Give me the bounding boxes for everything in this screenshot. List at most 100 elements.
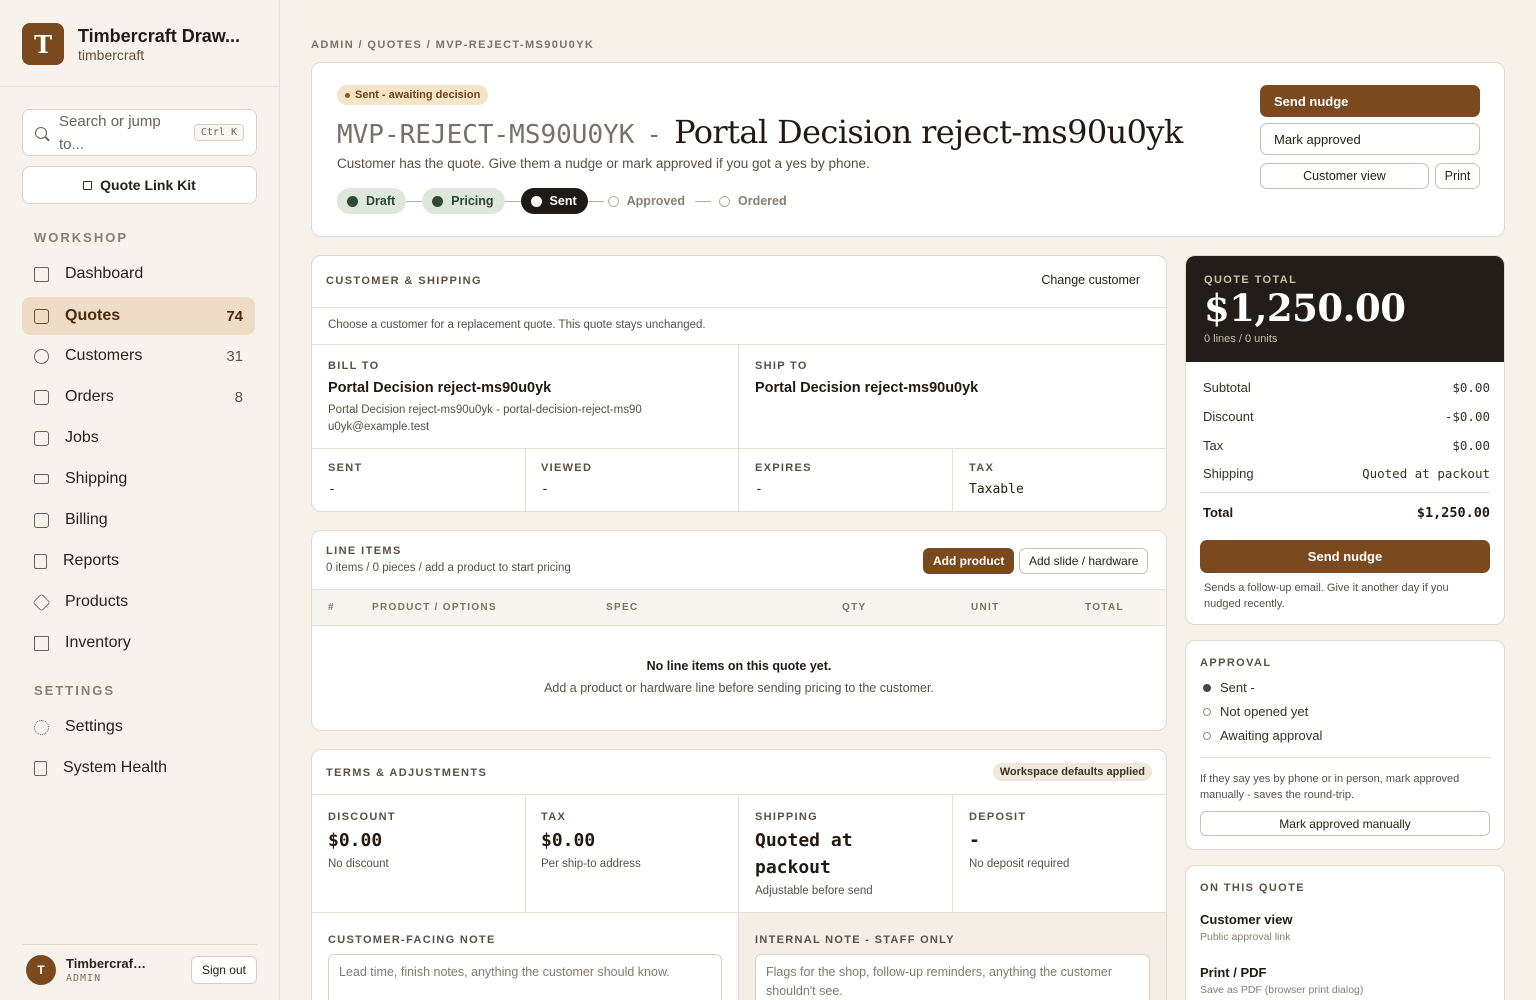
- customer-shipping-card: CUSTOMER & SHIPPING Change customer Choo…: [311, 255, 1167, 512]
- step-label: Ordered: [737, 194, 787, 208]
- sidebar-item-system-health[interactable]: System Health: [22, 749, 255, 787]
- sidebar-item-shipping[interactable]: Shipping: [22, 460, 255, 498]
- sidebar-item-label: Billing: [65, 511, 108, 528]
- internal-note-field[interactable]: Flags for the shop, follow-up reminders,…: [755, 954, 1150, 1000]
- quote-total-meta: 0 lines / 0 units: [1204, 333, 1278, 345]
- step-complete-icon: [1203, 683, 1211, 692]
- deposit-value: -: [969, 830, 980, 851]
- approval-hint: If they say yes by phone or in person, m…: [1200, 773, 1460, 801]
- row-label: Tax: [1203, 438, 1224, 453]
- quote-total-amount: $1,250.00: [1204, 286, 1406, 330]
- sidebar-item-orders[interactable]: Orders 8: [22, 378, 255, 416]
- quote-link-kit-button[interactable]: Quote Link Kit: [22, 166, 257, 204]
- print-button[interactable]: Print: [1435, 163, 1480, 189]
- line-items-summary: 0 items / 0 pieces / add a product to st…: [326, 562, 571, 574]
- expires-label: EXPIRES: [755, 462, 812, 474]
- step-pending-icon: [718, 195, 730, 207]
- step-complete-icon: [347, 195, 358, 207]
- section-title: LINE ITEMS: [326, 545, 402, 557]
- sidebar-item-customers[interactable]: Customers 31: [22, 337, 255, 375]
- column-header: PRODUCT / OPTIONS: [372, 602, 497, 613]
- deposit-label: DEPOSIT: [969, 811, 1027, 823]
- sidebar-item-label: Products: [65, 593, 129, 610]
- shipping-cell: SHIPPING Quoted at packout Adjustable be…: [755, 811, 915, 897]
- calendar-icon: [34, 430, 49, 446]
- row-value: -$0.00: [1444, 409, 1490, 424]
- approval-card: APPROVAL Sent - Not opened yet Awaiting …: [1185, 640, 1505, 850]
- expires-value: -: [755, 482, 763, 497]
- step-pricing: Pricing: [422, 188, 505, 214]
- header-subtitle: Customer has the quote. Give them a nudg…: [337, 156, 870, 171]
- grid-icon: [34, 635, 49, 651]
- tax-value: Taxable: [969, 482, 1024, 497]
- sign-out-button[interactable]: Sign out: [190, 956, 257, 984]
- step-label: Sent: [549, 194, 577, 208]
- breadcrumb: ADMIN / QUOTES / MVP-REJECT-MS90U0YK: [311, 39, 595, 51]
- viewed-label: VIEWED: [541, 462, 593, 474]
- customer-view-link[interactable]: Customer view Public approval link: [1200, 912, 1292, 943]
- brand[interactable]: T Timbercraft Draw... timbercraft: [0, 0, 279, 87]
- sidebar-item-reports[interactable]: Reports: [22, 542, 255, 580]
- external-link-icon: [83, 180, 93, 190]
- step-draft: Draft: [337, 188, 407, 214]
- row-label: Shipping: [1203, 466, 1254, 481]
- discount-value: $0.00: [328, 830, 383, 851]
- sidebar-item-count: 31: [226, 347, 243, 365]
- gear-icon: [34, 719, 49, 735]
- sidebar-item-label: Orders: [65, 388, 114, 405]
- search-input[interactable]: Search or jump to... Ctrl K: [22, 109, 257, 156]
- add-product-button[interactable]: Add product: [923, 548, 1015, 574]
- customer-note-field[interactable]: Lead time, finish notes, anything the cu…: [328, 954, 722, 1000]
- home-icon: [34, 266, 49, 282]
- shipping-sub: Adjustable before send: [755, 885, 873, 897]
- sidebar-item-quotes[interactable]: Quotes 74: [22, 297, 255, 335]
- status-dot-icon: [345, 92, 350, 98]
- step-pending-icon: [1203, 707, 1211, 716]
- row-label: Subtotal: [1203, 380, 1251, 395]
- mark-approved-button[interactable]: Mark approved: [1260, 123, 1480, 155]
- receipt-icon: [34, 512, 49, 528]
- sidebar-item-count: 8: [234, 388, 243, 406]
- sidebar-item-products[interactable]: Products: [22, 583, 255, 621]
- avatar: T: [26, 955, 56, 985]
- customer-view-button[interactable]: Customer view: [1260, 163, 1429, 189]
- approval-step: Awaiting approval: [1203, 728, 1322, 743]
- row-label: Discount: [1203, 409, 1254, 424]
- page-title: MVP-REJECT-MS90U0YK - Portal Decision re…: [337, 113, 1183, 151]
- discount-sub: No discount: [328, 858, 389, 870]
- sidebar-item-inventory[interactable]: Inventory: [22, 624, 255, 662]
- approval-step-label: Sent -: [1220, 680, 1255, 695]
- mark-approved-manually-button[interactable]: Mark approved manually: [1200, 811, 1490, 836]
- viewed-value: -: [541, 482, 549, 497]
- print-pdf-link[interactable]: Print / PDF Save as PDF (browser print d…: [1200, 965, 1363, 996]
- defaults-badge: Workspace defaults applied: [992, 763, 1152, 781]
- bill-to-name: Portal Decision reject-ms90u0yk: [328, 380, 552, 396]
- add-slide-hardware-button[interactable]: Add slide / hardware: [1019, 548, 1149, 574]
- step-ordered: Ordered: [715, 188, 791, 214]
- users-icon: [34, 348, 49, 364]
- link-sub: Public approval link: [1200, 931, 1291, 943]
- sidebar-item-label: Settings: [65, 718, 123, 735]
- truck-icon: [34, 474, 49, 484]
- sidebar-item-billing[interactable]: Billing: [22, 501, 255, 539]
- send-nudge-button[interactable]: Send nudge: [1200, 540, 1490, 573]
- discount-cell: DISCOUNT $0.00 No discount: [328, 811, 518, 870]
- discount-label: DISCOUNT: [328, 811, 396, 823]
- approval-step-label: Not opened yet: [1220, 704, 1309, 719]
- total-row: Total $1,250.00: [1203, 505, 1490, 521]
- calendar-icon: [34, 389, 49, 405]
- title-separator: -: [646, 120, 663, 150]
- quote-title: Portal Decision reject-ms90u0yk: [674, 113, 1183, 151]
- status-badge: Sent - awaiting decision: [337, 85, 489, 105]
- sent-value: -: [328, 482, 336, 497]
- brand-name: Timbercraft Draw...: [78, 25, 241, 46]
- send-nudge-button[interactable]: Send nudge: [1260, 85, 1480, 117]
- sidebar-item-settings[interactable]: Settings: [22, 708, 255, 746]
- change-customer-button[interactable]: Change customer: [1031, 268, 1150, 292]
- link-title: Customer view: [1200, 912, 1293, 927]
- sidebar-item-jobs[interactable]: Jobs: [22, 419, 255, 457]
- document-icon: [34, 308, 49, 324]
- section-title: CUSTOMER & SHIPPING: [326, 275, 482, 287]
- nudge-hint: Sends a follow-up email. Give it another…: [1204, 582, 1449, 610]
- sidebar-item-dashboard[interactable]: Dashboard: [22, 255, 255, 293]
